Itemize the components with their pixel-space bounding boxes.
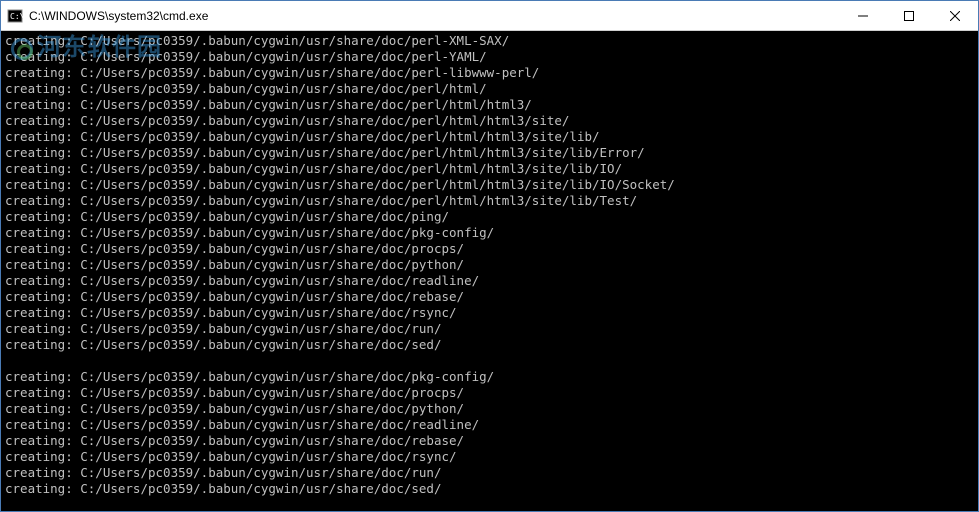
terminal-line: creating: C:/Users/pc0359/.babun/cygwin/… [5, 481, 974, 497]
terminal-line: creating: C:/Users/pc0359/.babun/cygwin/… [5, 321, 974, 337]
terminal-line: creating: C:/Users/pc0359/.babun/cygwin/… [5, 209, 974, 225]
cmd-icon: C:\ [7, 8, 23, 24]
window-controls [840, 1, 978, 30]
terminal-line: creating: C:/Users/pc0359/.babun/cygwin/… [5, 113, 974, 129]
terminal-line: creating: C:/Users/pc0359/.babun/cygwin/… [5, 417, 974, 433]
terminal-line: creating: C:/Users/pc0359/.babun/cygwin/… [5, 465, 974, 481]
minimize-button[interactable] [840, 1, 886, 30]
terminal-line: creating: C:/Users/pc0359/.babun/cygwin/… [5, 225, 974, 241]
terminal-line: creating: C:/Users/pc0359/.babun/cygwin/… [5, 65, 974, 81]
terminal-line: creating: C:/Users/pc0359/.babun/cygwin/… [5, 369, 974, 385]
terminal-line: creating: C:/Users/pc0359/.babun/cygwin/… [5, 81, 974, 97]
svg-text:C:\: C:\ [10, 12, 23, 21]
terminal-line: creating: C:/Users/pc0359/.babun/cygwin/… [5, 305, 974, 321]
terminal-line: creating: C:/Users/pc0359/.babun/cygwin/… [5, 161, 974, 177]
terminal-line: creating: C:/Users/pc0359/.babun/cygwin/… [5, 273, 974, 289]
terminal-line: creating: C:/Users/pc0359/.babun/cygwin/… [5, 97, 974, 113]
titlebar[interactable]: C:\ C:\WINDOWS\system32\cmd.exe [1, 1, 978, 31]
terminal-line: creating: C:/Users/pc0359/.babun/cygwin/… [5, 337, 974, 353]
terminal-line: creating: C:/Users/pc0359/.babun/cygwin/… [5, 33, 974, 49]
terminal-line: creating: C:/Users/pc0359/.babun/cygwin/… [5, 289, 974, 305]
terminal-blank-line [5, 353, 974, 369]
terminal-line: creating: C:/Users/pc0359/.babun/cygwin/… [5, 401, 974, 417]
terminal-output[interactable]: creating: C:/Users/pc0359/.babun/cygwin/… [1, 31, 978, 511]
terminal-line: creating: C:/Users/pc0359/.babun/cygwin/… [5, 241, 974, 257]
terminal-line: creating: C:/Users/pc0359/.babun/cygwin/… [5, 433, 974, 449]
terminal-line: creating: C:/Users/pc0359/.babun/cygwin/… [5, 177, 974, 193]
cmd-window: C:\ C:\WINDOWS\system32\cmd.exe creating… [0, 0, 979, 512]
terminal-line: creating: C:/Users/pc0359/.babun/cygwin/… [5, 257, 974, 273]
terminal-line: creating: C:/Users/pc0359/.babun/cygwin/… [5, 385, 974, 401]
terminal-line: creating: C:/Users/pc0359/.babun/cygwin/… [5, 145, 974, 161]
terminal-line: creating: C:/Users/pc0359/.babun/cygwin/… [5, 449, 974, 465]
close-button[interactable] [932, 1, 978, 30]
maximize-button[interactable] [886, 1, 932, 30]
window-title: C:\WINDOWS\system32\cmd.exe [29, 9, 840, 23]
terminal-line: creating: C:/Users/pc0359/.babun/cygwin/… [5, 49, 974, 65]
terminal-line: creating: C:/Users/pc0359/.babun/cygwin/… [5, 129, 974, 145]
terminal-line: creating: C:/Users/pc0359/.babun/cygwin/… [5, 193, 974, 209]
